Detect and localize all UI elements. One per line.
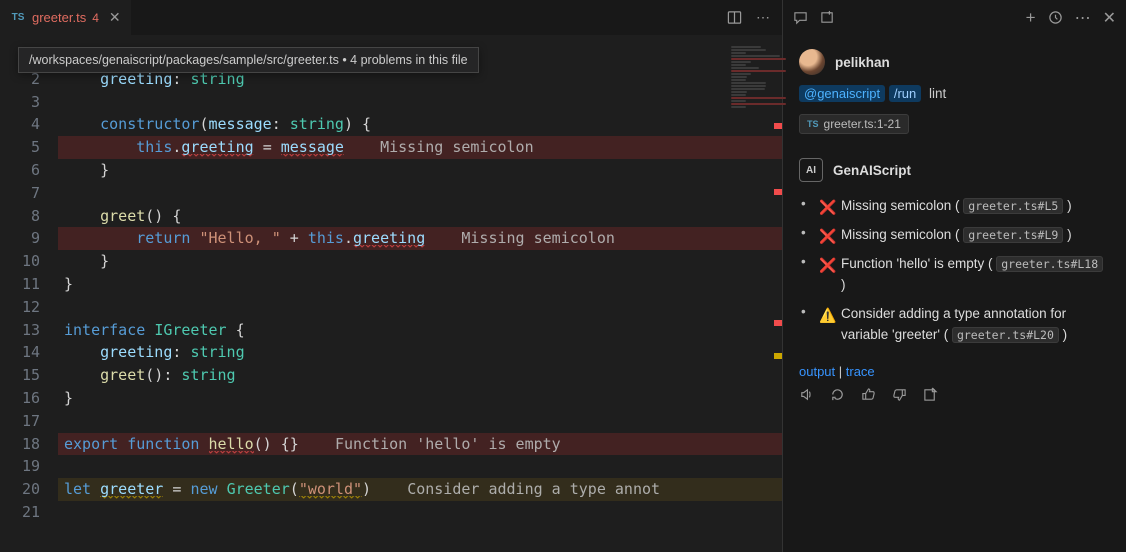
chat-assistant-row: AI GenAIScript [799,158,1110,182]
assistant-name: GenAIScript [833,163,911,178]
issue-severity-icon: ⚠️ [819,305,836,327]
file-reference[interactable]: greeter.ts#L5 [963,198,1063,214]
new-chat-icon[interactable] [820,10,835,25]
chat-body: pelikhan @genaiscript /run lint TS greet… [783,35,1126,552]
code-editor[interactable]: 123456789101112131415161718192021 class … [0,35,782,552]
history-icon[interactable] [1048,10,1063,25]
chat-action-bar [799,387,1110,402]
code-line[interactable] [58,91,782,114]
output-link[interactable]: output [799,364,835,379]
username: pelikhan [835,55,890,70]
tab-filename: greeter.ts [32,10,86,25]
code-line[interactable]: greet() { [58,205,782,228]
slash-pill[interactable]: /run [889,85,921,102]
comment-icon[interactable] [793,10,808,25]
overview-marker[interactable] [774,189,782,195]
code-line[interactable]: export function hello() {} Function 'hel… [58,433,782,456]
code-line[interactable]: } [58,159,782,182]
code-line[interactable] [58,455,782,478]
thumbs-down-icon[interactable] [892,387,907,402]
split-editor-icon[interactable] [727,9,742,26]
chat-toolbar: + ⋯ ✕ [783,0,1126,35]
code-line[interactable]: interface IGreeter { [58,319,782,342]
code-line[interactable]: let greeter = new Greeter("world") Consi… [58,478,782,501]
speaker-icon[interactable] [799,387,814,402]
code-line[interactable]: } [58,273,782,296]
code-line[interactable] [58,296,782,319]
code-line[interactable]: } [58,387,782,410]
context-chip[interactable]: TS greeter.ts:1-21 [799,114,909,134]
issue-list: ❌Missing semicolon ( greeter.ts#L5 )❌Mis… [799,192,1110,350]
code-line[interactable]: this.greeting = message Missing semicolo… [58,136,782,159]
chat-command-row: @genaiscript /run lint [799,85,1110,102]
plus-icon[interactable]: + [1026,8,1036,28]
user-avatar [799,49,825,75]
line-gutter: 123456789101112131415161718192021 [0,45,58,552]
code-line[interactable] [58,501,782,524]
overview-marker[interactable] [774,353,782,359]
mention-pill[interactable]: @genaiscript [799,85,885,102]
code-area[interactable]: class Greeter { greeting: string constru… [58,45,782,552]
file-reference[interactable]: greeter.ts#L9 [963,227,1063,243]
issue-item[interactable]: ❌Missing semicolon ( greeter.ts#L9 ) [815,221,1110,250]
trace-link[interactable]: trace [846,364,875,379]
code-line[interactable]: greet(): string [58,364,782,387]
code-line[interactable]: greeting: string [58,341,782,364]
issue-item[interactable]: ⚠️Consider adding a type annotation for … [815,300,1110,350]
file-tab[interactable]: TS greeter.ts 4 ✕ [0,0,131,35]
assistant-icon: AI [799,158,823,182]
code-line[interactable]: return "Hello, " + this.greeting Missing… [58,227,782,250]
tab-problem-count: 4 [92,11,99,25]
close-tab-icon[interactable]: ✕ [109,9,121,26]
thumbs-up-icon[interactable] [861,387,876,402]
chat-user-row: pelikhan [799,49,1110,75]
insert-icon[interactable] [923,387,938,402]
retry-icon[interactable] [830,387,845,402]
more-icon[interactable]: ⋯ [1075,8,1091,28]
issue-severity-icon: ❌ [819,197,836,219]
file-reference[interactable]: greeter.ts#L20 [952,327,1059,343]
tab-bar: TS greeter.ts 4 ✕ ⋯ [0,0,782,35]
issue-severity-icon: ❌ [819,255,836,277]
issue-severity-icon: ❌ [819,226,836,248]
breadcrumb-tooltip: /workspaces/genaiscript/packages/sample/… [18,47,479,73]
code-line[interactable] [58,410,782,433]
code-line[interactable]: constructor(message: string) { [58,113,782,136]
issue-item[interactable]: ❌Function 'hello' is empty ( greeter.ts#… [815,250,1110,300]
command-args: lint [929,86,946,101]
context-label: greeter.ts:1-21 [824,117,901,131]
ts-icon: TS [10,12,26,23]
close-panel-icon[interactable]: ✕ [1103,8,1116,28]
overview-ruler[interactable] [772,45,782,552]
more-actions-icon[interactable]: ⋯ [756,9,770,26]
overview-marker[interactable] [774,320,782,326]
issue-item[interactable]: ❌Missing semicolon ( greeter.ts#L5 ) [815,192,1110,221]
code-line[interactable] [58,182,782,205]
overview-marker[interactable] [774,123,782,129]
file-reference[interactable]: greeter.ts#L18 [996,256,1103,272]
code-line[interactable]: } [58,250,782,273]
ts-icon: TS [807,119,819,129]
chat-links: output | trace [799,364,1110,379]
